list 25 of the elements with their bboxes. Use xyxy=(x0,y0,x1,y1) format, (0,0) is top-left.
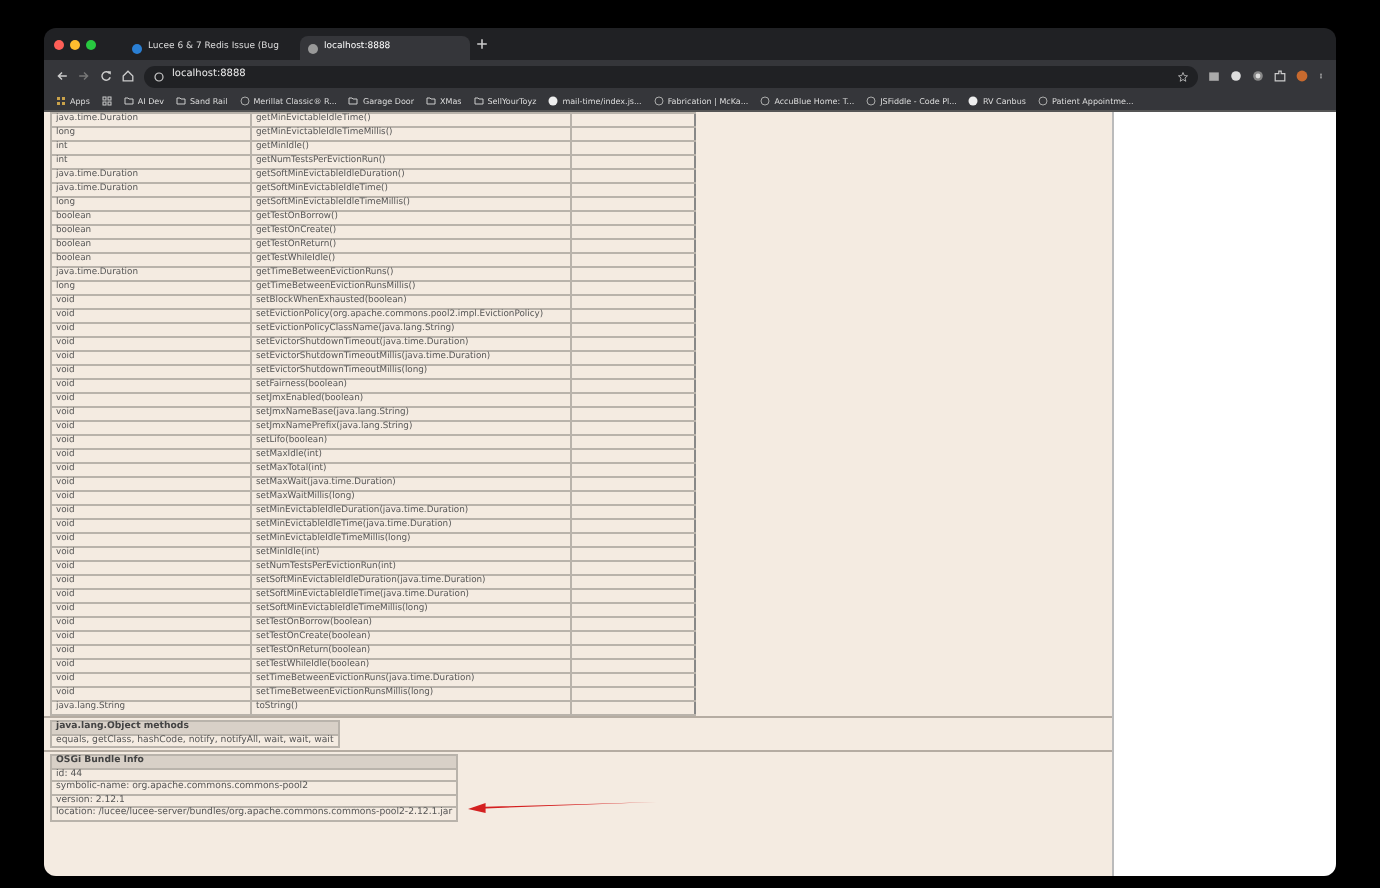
folder-icon xyxy=(123,96,134,106)
globe-icon xyxy=(760,96,771,106)
folder-icon xyxy=(348,96,359,106)
star-icon[interactable] xyxy=(1178,71,1188,81)
close-window-icon[interactable] xyxy=(54,39,64,49)
back-icon[interactable] xyxy=(56,70,68,82)
globe-icon xyxy=(239,96,250,106)
grid-icon xyxy=(56,96,66,106)
forward-icon[interactable] xyxy=(78,70,90,82)
globe-icon xyxy=(866,96,877,106)
globe-icon xyxy=(1037,96,1048,106)
folder-icon xyxy=(473,96,484,106)
folder-icon xyxy=(176,96,187,106)
maximize-window-icon[interactable] xyxy=(86,39,96,49)
folder-icon xyxy=(426,96,437,106)
apps-grid-icon[interactable] xyxy=(101,96,112,106)
avatar-icon[interactable] xyxy=(1296,70,1308,82)
info-icon xyxy=(154,71,164,81)
globe-icon xyxy=(653,96,664,106)
minimize-window-icon[interactable] xyxy=(70,39,80,49)
new-tab-icon[interactable] xyxy=(476,38,488,50)
puzzle-icon[interactable] xyxy=(1274,70,1286,82)
home-icon[interactable] xyxy=(122,70,134,82)
extension-icon[interactable] xyxy=(1208,70,1220,82)
reload-icon[interactable] xyxy=(100,70,112,82)
